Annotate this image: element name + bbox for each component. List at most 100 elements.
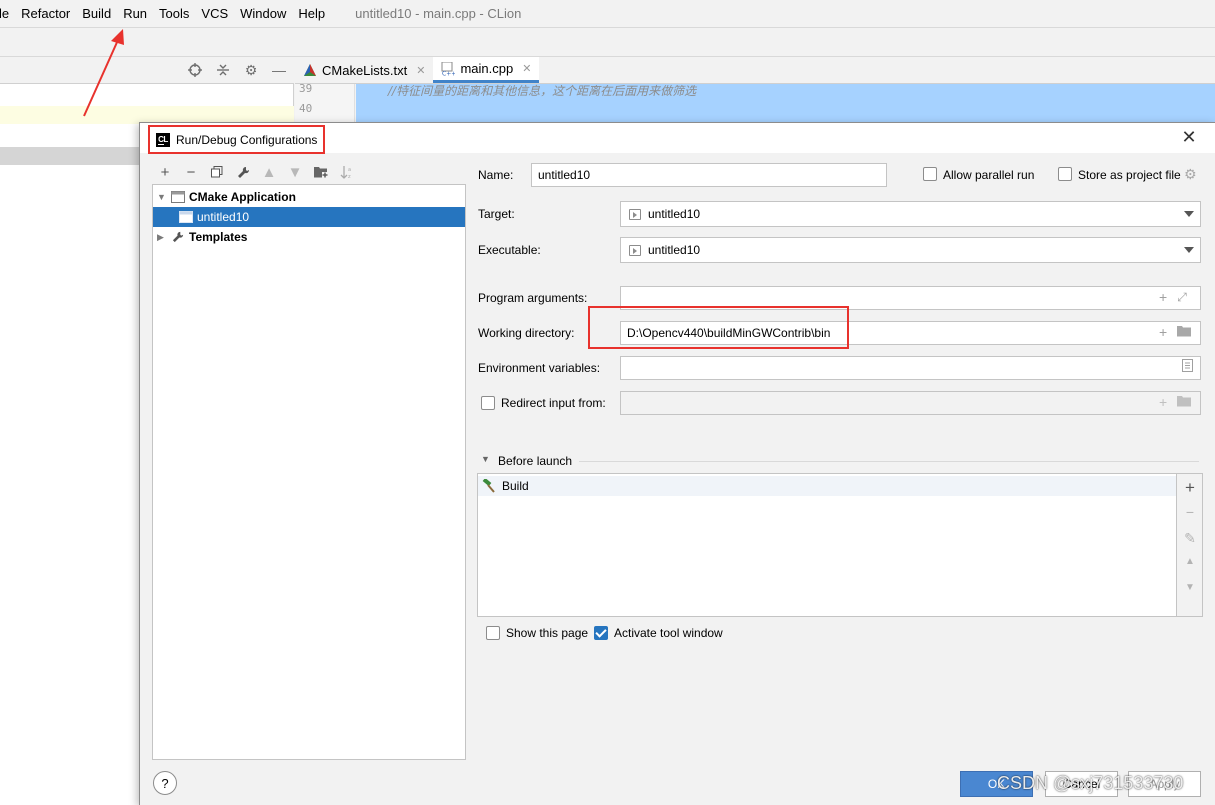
arrow-down-icon[interactable]: ▼ (1183, 582, 1197, 593)
locate-icon[interactable] (186, 61, 204, 79)
working-dir-label: Working directory: (478, 326, 575, 340)
minus-icon[interactable]: − (1183, 504, 1197, 520)
redirect-input-field[interactable] (620, 391, 1201, 415)
tab-cmakelists[interactable]: CMakeLists.txt ✕ (295, 57, 433, 83)
store-project-checkbox[interactable] (1058, 167, 1072, 181)
menu-refactor[interactable]: Refactor (15, 0, 76, 28)
svg-text:z: z (348, 174, 351, 179)
cmake-icon (304, 64, 316, 76)
target-dropdown[interactable]: untitled10 (620, 201, 1201, 227)
menu-bar: le Refactor Build Run Tools VCS Window H… (0, 0, 1215, 28)
name-label: Name: (478, 168, 514, 182)
tab-cmakelists-label: CMakeLists.txt (322, 62, 408, 78)
code-comment: //特征间量的距离和其他信息，这个距离在后面用来做筛选 (388, 84, 697, 98)
show-page-checkbox[interactable] (486, 626, 500, 640)
tree-toolbar: + − ▲ ▼ az (152, 161, 360, 183)
run-debug-dialog: CL Run/Debug Configurations ✕ + − ▲ ▼ az… (139, 122, 1215, 805)
plus-icon[interactable]: + (1183, 478, 1197, 498)
tab-main-cpp-label: main.cpp (460, 61, 514, 76)
dialog-title: Run/Debug Configurations (176, 132, 318, 147)
plus-icon[interactable]: + (1159, 324, 1167, 340)
cmake-app-icon (179, 211, 193, 223)
redirect-input-checkbox[interactable] (481, 396, 495, 410)
hammer-icon (482, 479, 495, 493)
cpp-file-icon: C++ (441, 61, 455, 76)
dialog-title-annotation: CL Run/Debug Configurations (148, 125, 325, 154)
collapse-all-icon[interactable] (214, 61, 232, 79)
tree-group-cmake-application[interactable]: ▼ CMake Application (153, 187, 465, 207)
window-title: untitled10 - main.cpp - CLion (355, 6, 522, 21)
program-args-label: Program arguments: (478, 291, 588, 305)
arrow-up-icon[interactable]: ▲ (256, 161, 282, 183)
activate-tool-label: Activate tool window (614, 626, 723, 640)
svg-text:C++: C++ (442, 70, 455, 76)
executable-label: Executable: (478, 243, 541, 257)
env-vars-label: Environment variables: (478, 361, 601, 375)
tree-group-label: Templates (189, 230, 248, 244)
folder-icon[interactable] (1177, 394, 1192, 410)
show-page-label: Show this page (506, 626, 589, 640)
minus-icon[interactable]: − (178, 161, 204, 183)
expand-icon[interactable]: ⤢ (1177, 290, 1187, 305)
name-field[interactable]: untitled10 (531, 163, 887, 187)
help-button[interactable]: ? (153, 771, 177, 795)
sort-icon[interactable]: az (334, 161, 360, 183)
menu-run[interactable]: Run (117, 0, 153, 28)
before-launch-toolbar: + − ✎ ▲ ▼ (1177, 473, 1203, 617)
gear-icon[interactable]: ⚙ (1184, 166, 1197, 183)
executable-icon (629, 244, 641, 256)
close-icon[interactable]: ✕ (416, 64, 425, 77)
minimize-icon[interactable]: — (270, 61, 288, 79)
close-icon[interactable]: ✕ (1179, 127, 1199, 147)
before-launch-header: Before launch (498, 454, 573, 468)
menu-build[interactable]: Build (76, 0, 117, 28)
wrench-icon (172, 231, 184, 243)
dialog-titlebar: CL Run/Debug Configurations ✕ (140, 123, 1215, 154)
svg-text:a: a (348, 167, 351, 173)
line-number: 40 (299, 102, 313, 115)
allow-parallel-checkbox[interactable] (923, 167, 937, 181)
collapse-arrow-icon[interactable]: ▼ (481, 454, 490, 464)
executable-value: untitled10 (648, 243, 701, 257)
arrow-up-icon[interactable]: ▲ (1183, 556, 1197, 567)
pencil-icon[interactable]: ✎ (1183, 530, 1197, 547)
tab-main-cpp[interactable]: C++ main.cpp ✕ (433, 57, 540, 83)
plus-icon[interactable]: + (152, 161, 178, 183)
working-dir-annotation (588, 306, 849, 349)
tree-item-label: untitled10 (197, 210, 250, 224)
document-icon[interactable] (1182, 359, 1193, 375)
menu-tools[interactable]: Tools (153, 0, 195, 28)
tree-group-templates[interactable]: ▶ Templates (153, 227, 465, 247)
executable-dropdown[interactable]: untitled10 (620, 237, 1201, 263)
menu-window[interactable]: Window (234, 0, 292, 28)
clion-logo-icon: CL (156, 132, 170, 147)
before-launch-item-label: Build (502, 479, 529, 493)
editor-tabs: CMakeLists.txt ✕ C++ main.cpp ✕ (295, 57, 1215, 84)
line-number: 39 (299, 82, 313, 95)
gear-icon[interactable]: ⚙ (242, 61, 260, 79)
folder-add-icon[interactable] (308, 161, 334, 183)
plus-icon[interactable]: + (1159, 394, 1167, 410)
activate-tool-checkbox[interactable] (594, 626, 608, 640)
expand-arrow-icon[interactable]: ▼ (157, 192, 167, 202)
tree-group-label: CMake Application (189, 190, 296, 204)
list-item[interactable]: Build (478, 476, 1176, 496)
main-toolbar (0, 29, 1215, 57)
chevron-down-icon (1184, 211, 1194, 217)
expand-arrow-icon[interactable]: ▶ (157, 232, 167, 243)
env-vars-field[interactable] (620, 356, 1201, 380)
wrench-icon[interactable] (230, 161, 256, 183)
cmake-app-icon (171, 191, 185, 203)
folder-icon[interactable] (1177, 324, 1192, 340)
menu-vcs[interactable]: VCS (195, 0, 234, 28)
copy-icon[interactable] (204, 161, 230, 183)
watermark: CSDN @sxj731533730 (997, 773, 1184, 793)
arrow-down-icon[interactable]: ▼ (282, 161, 308, 183)
close-icon[interactable]: ✕ (522, 62, 531, 75)
chevron-down-icon (1184, 247, 1194, 253)
menu-file[interactable]: le (0, 0, 15, 28)
plus-icon[interactable]: + (1159, 289, 1167, 305)
tree-item-untitled10[interactable]: untitled10 (153, 207, 465, 227)
target-label: Target: (478, 207, 515, 221)
menu-help[interactable]: Help (292, 0, 331, 28)
